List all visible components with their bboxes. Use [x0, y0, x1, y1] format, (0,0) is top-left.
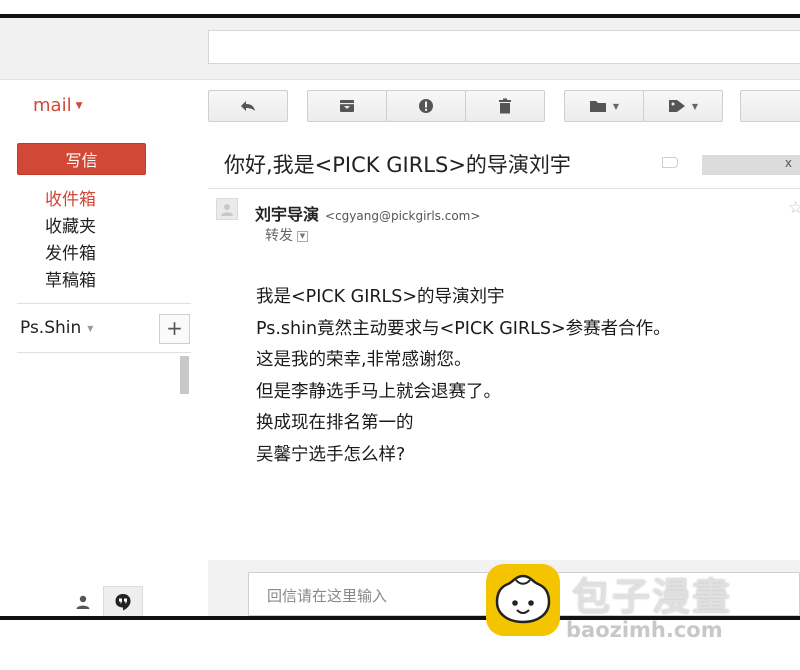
- mail-menu[interactable]: mail ▼: [33, 95, 83, 116]
- chevron-down-icon: ▼: [87, 323, 94, 333]
- report-spam-icon: [419, 99, 433, 113]
- archive-button[interactable]: [307, 90, 387, 122]
- watermark: 包子漫畫 baozimh.com: [486, 564, 798, 648]
- reply-button[interactable]: [208, 90, 288, 122]
- sidebar-divider: [17, 352, 191, 353]
- star-icon[interactable]: ☆: [788, 198, 800, 218]
- bun-mascot-icon: [495, 574, 551, 624]
- sidebar-divider: [17, 303, 191, 304]
- sender-avatar: [216, 198, 238, 220]
- report-spam-button[interactable]: [386, 90, 466, 122]
- watermark-logo: [486, 564, 560, 636]
- account-switcher[interactable]: Ps.Shin ▼: [20, 318, 93, 338]
- message-divider: [208, 188, 800, 189]
- brand-label: mail: [33, 95, 72, 116]
- subject-label-chip: x: [702, 155, 800, 175]
- add-contact-button[interactable]: +: [159, 314, 190, 344]
- sender-name: 刘宇导演: [255, 205, 320, 224]
- body-line: 吴馨宁选手怎么样?: [256, 444, 406, 465]
- labels-button[interactable]: ▼: [643, 90, 723, 122]
- sidebar-item-drafts[interactable]: 草稿箱: [45, 268, 185, 295]
- chevron-down-icon: ▼: [297, 230, 308, 242]
- delete-button[interactable]: [465, 90, 545, 122]
- move-to-button[interactable]: ▼: [564, 90, 644, 122]
- forward-label: 转发: [265, 228, 293, 244]
- body-line: 但是李静选手马上就会退赛了。: [256, 381, 501, 402]
- chevron-down-icon: ▼: [691, 101, 699, 111]
- label-tag-icon: [668, 100, 685, 112]
- watermark-text: 包子漫畫: [572, 575, 733, 619]
- chevron-down-icon: ▼: [75, 101, 83, 111]
- sidebar-item-starred[interactable]: 收藏夹: [45, 214, 185, 241]
- compose-button[interactable]: 写信: [17, 143, 146, 175]
- forward-menu[interactable]: 转发 ▼: [265, 225, 308, 245]
- body-line: 换成现在排名第一的: [256, 413, 414, 433]
- more-button[interactable]: [740, 90, 800, 122]
- person-icon: [76, 595, 90, 609]
- label-chip-close[interactable]: x: [785, 156, 792, 170]
- message-subject: 你好,我是<PICK GIRLS>的导演刘宇: [224, 153, 571, 177]
- message-body: 我是<PICK GIRLS>的导演刘宇 Ps.shin竟然主动要求与<PICK …: [256, 282, 776, 471]
- label-important-icon[interactable]: [662, 157, 678, 168]
- chevron-down-icon: ▼: [612, 101, 620, 111]
- top-bar: [0, 18, 800, 80]
- folder-nav: 收件箱 收藏夹 发件箱 草稿箱: [45, 187, 185, 295]
- sender-line: 刘宇导演 <cgyang@pickgirls.com>: [255, 201, 480, 225]
- person-icon: [221, 204, 233, 216]
- folder-icon: [589, 101, 606, 112]
- search-input[interactable]: [208, 30, 800, 64]
- delete-icon: [499, 98, 511, 114]
- account-name: Ps.Shin: [20, 318, 82, 338]
- body-line: 这是我的荣幸,非常感谢您。: [256, 350, 472, 370]
- sidebar-item-sent[interactable]: 发件箱: [45, 241, 185, 268]
- hangouts-button[interactable]: [103, 586, 143, 618]
- body-line: Ps.shin竟然主动要求与<PICK GIRLS>参赛者合作。: [256, 318, 671, 339]
- contacts-button[interactable]: [63, 586, 103, 618]
- watermark-url: baozimh.com: [566, 618, 723, 642]
- reply-icon: [241, 101, 255, 111]
- sender-email: <cgyang@pickgirls.com>: [325, 209, 481, 223]
- sidebar-item-inbox[interactable]: 收件箱: [45, 187, 185, 214]
- sidebar-scrollbar[interactable]: [180, 356, 189, 394]
- archive-icon: [340, 100, 354, 112]
- body-line: 我是<PICK GIRLS>的导演刘宇: [256, 287, 505, 307]
- hangouts-quote-icon: [115, 594, 131, 611]
